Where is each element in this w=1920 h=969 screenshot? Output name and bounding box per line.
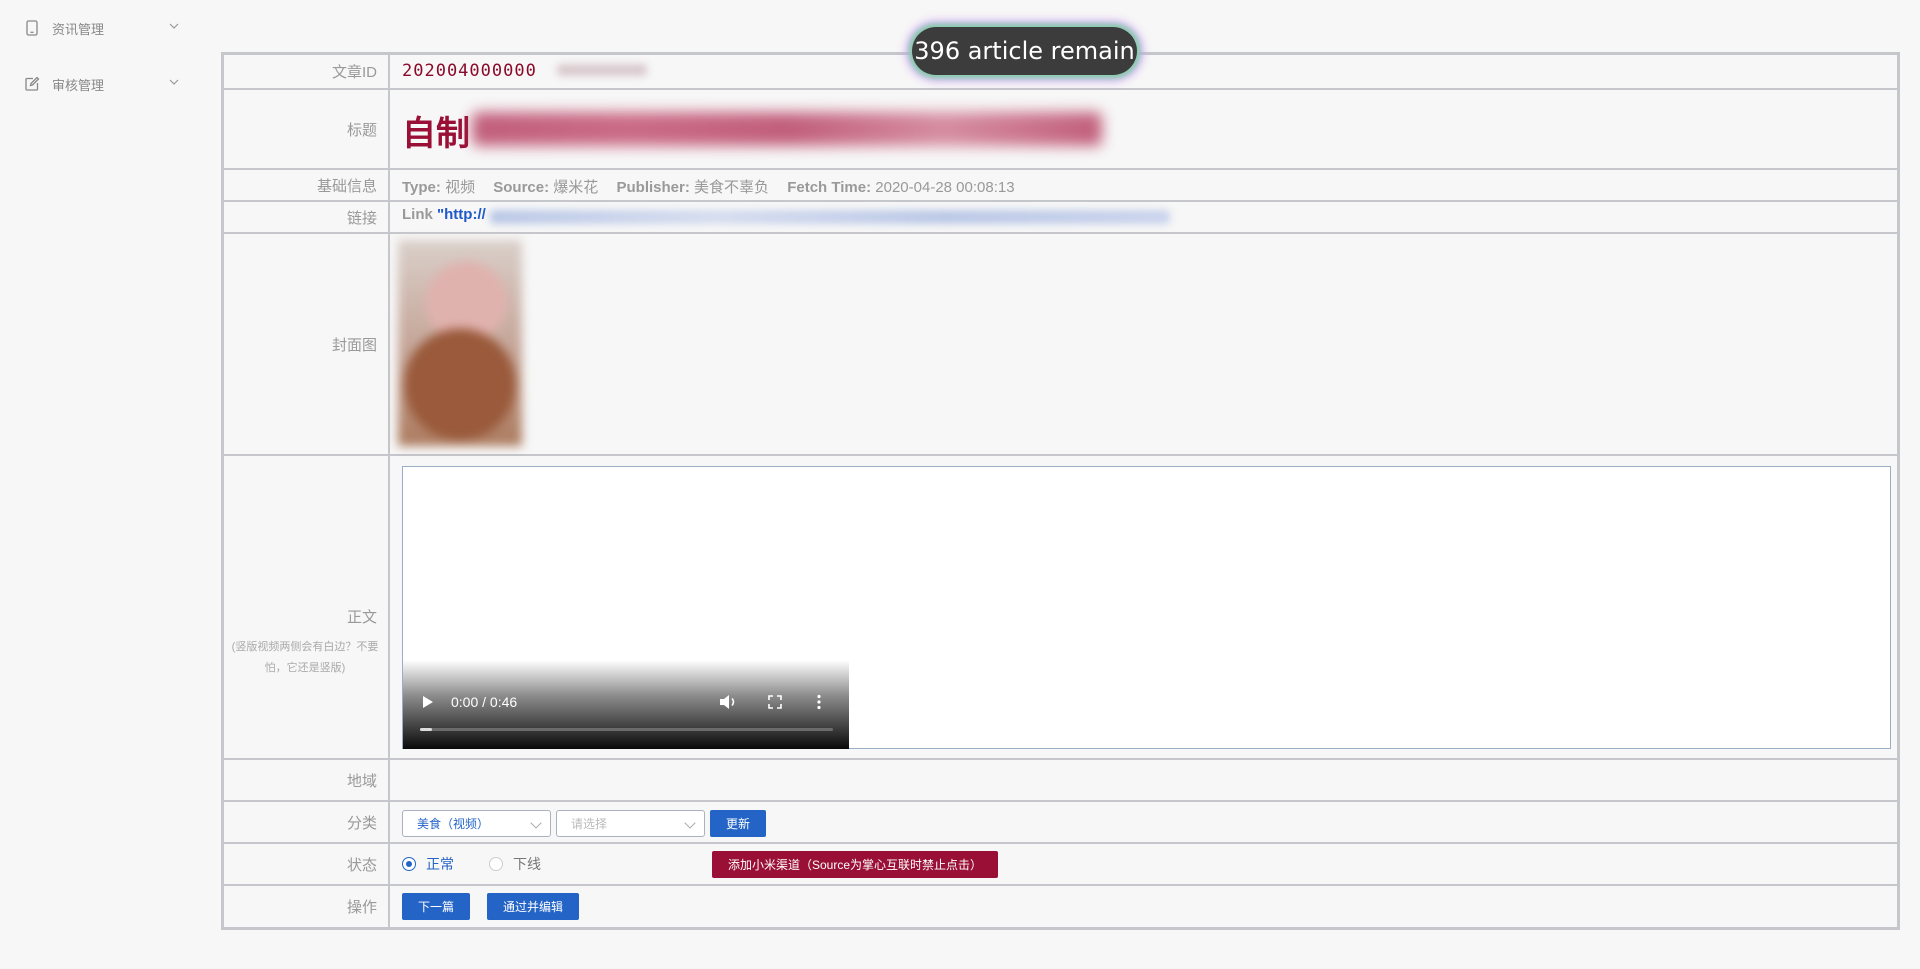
fetch-time-key: Fetch Time: [787,179,872,196]
more-options-icon[interactable] [817,694,821,710]
article-id-value: 202004000000 [402,61,537,81]
row-label: 封面图 [224,234,390,454]
vertical-video-note: (竖版视频两侧会有白边？不要怕，它还是竖版) [231,641,379,674]
edit-icon [24,76,40,92]
row-cover: 封面图 [224,234,1897,456]
video-time: 0:00 / 0:46 [451,694,518,710]
link-cell: Link "http:// [392,202,1897,232]
type-key: Type: [402,179,441,196]
radio-selected-icon [402,857,416,871]
row-link: 链接 Link "http:// [224,202,1897,234]
add-xiaomi-channel-button[interactable]: 添加小米渠道（Source为掌心互联时禁止点击） [712,851,998,878]
chevron-down-icon [684,817,696,829]
volume-icon[interactable] [719,694,737,710]
basic-info-cell: Type: 视频 Source: 爆米花 Publisher: 美食不辜负 Fe… [392,170,1897,200]
link-url[interactable]: "http:// [437,206,486,223]
redacted-text [557,64,647,76]
chevron-down-icon [530,817,542,829]
source-key: Source: [493,179,550,196]
row-label: 状态 [224,844,390,884]
redacted-text [490,210,1170,224]
row-basic-info: 基础信息 Type: 视频 Source: 爆米花 Publisher: 美食不… [224,170,1897,202]
remaining-count-badge: 396 article remain [912,27,1137,75]
row-label: 操作 [224,886,390,927]
cover-cell [392,234,1897,454]
row-label: 标题 [224,90,390,168]
row-label: 分类 [224,802,390,842]
article-title: 自制 [402,115,470,153]
row-title: 标题 自制 [224,90,1897,170]
row-label-container: 正文 (竖版视频两侧会有白边？不要怕，它还是竖版) [224,456,390,758]
row-label: 文章ID [224,55,390,88]
row-label: 基础信息 [224,170,390,200]
sidebar-item-review-management[interactable]: 审核管理 [24,74,184,94]
article-link[interactable]: Link "http:// [402,206,486,223]
region-cell [392,760,1897,800]
source-value: 爆米花 [553,179,599,196]
cover-image [398,240,522,446]
row-region: 地域 [224,760,1897,802]
status-cell: 正常 下线 添加小米渠道（Source为掌心互联时禁止点击） [392,844,1897,884]
basic-info-text: Type: 视频 Source: 爆米花 Publisher: 美食不辜负 Fe… [402,176,1015,197]
category-select-secondary[interactable]: 请选择 [556,810,705,837]
tablet-icon [24,20,40,36]
type-value: 视频 [445,179,476,196]
video-progress-bar[interactable] [420,728,833,731]
update-button[interactable]: 更新 [710,810,766,837]
status-radio-offline[interactable]: 下线 [489,854,541,874]
radio-label: 正常 [426,856,454,872]
video-player[interactable]: 0:00 / 0:46 [403,660,849,749]
approve-and-edit-button[interactable]: 通过并编辑 [487,893,579,920]
row-body: 正文 (竖版视频两侧会有白边？不要怕，它还是竖版) 0:00 / 0:46 [224,456,1897,760]
link-prefix: Link [402,206,438,223]
article-id-cell: 202004000000 [392,55,1897,88]
select-placeholder: 请选择 [571,817,608,831]
play-icon[interactable] [422,695,434,709]
row-label: 地域 [224,760,390,800]
article-review-table: 文章ID 202004000000 标题 自制 基础信息 Type: 视频 So… [221,52,1900,930]
radio-unselected-icon [489,857,503,871]
category-cell: 美食（视频） 请选择 更新 [392,802,1897,842]
next-article-button[interactable]: 下一篇 [402,893,470,920]
fetch-time-value: 2020-04-28 00:08:13 [875,179,1015,196]
body-cell: 0:00 / 0:46 [392,456,1897,758]
row-status: 状态 正常 下线 添加小米渠道（Source为掌心互联时禁止点击） [224,844,1897,886]
publisher-key: Publisher: [616,179,690,196]
fullscreen-icon[interactable] [768,695,782,709]
row-category: 分类 美食（视频） 请选择 更新 [224,802,1897,844]
row-actions: 操作 下一篇 通过并编辑 [224,886,1897,927]
actions-cell: 下一篇 通过并编辑 [392,886,1897,927]
status-radio-normal[interactable]: 正常 [402,854,454,874]
category-select-primary[interactable]: 美食（视频） [402,810,551,837]
radio-label: 下线 [513,856,541,872]
sidebar-item-news-management[interactable]: 资讯管理 [24,18,184,38]
video-container: 0:00 / 0:46 [402,466,1891,749]
sidebar: 资讯管理 审核管理 [0,0,200,969]
sidebar-item-label: 资讯管理 [52,21,105,37]
row-label: 正文 [346,609,377,626]
title-cell: 自制 [392,90,1897,168]
publisher-value: 美食不辜负 [694,179,770,196]
chevron-down-icon [169,23,179,29]
row-label: 链接 [224,202,390,232]
chevron-down-icon [169,79,179,85]
redacted-text [472,112,1102,146]
video-progress-fill [420,728,433,731]
sidebar-item-label: 审核管理 [52,77,105,93]
select-value: 美食（视频） [417,817,490,831]
